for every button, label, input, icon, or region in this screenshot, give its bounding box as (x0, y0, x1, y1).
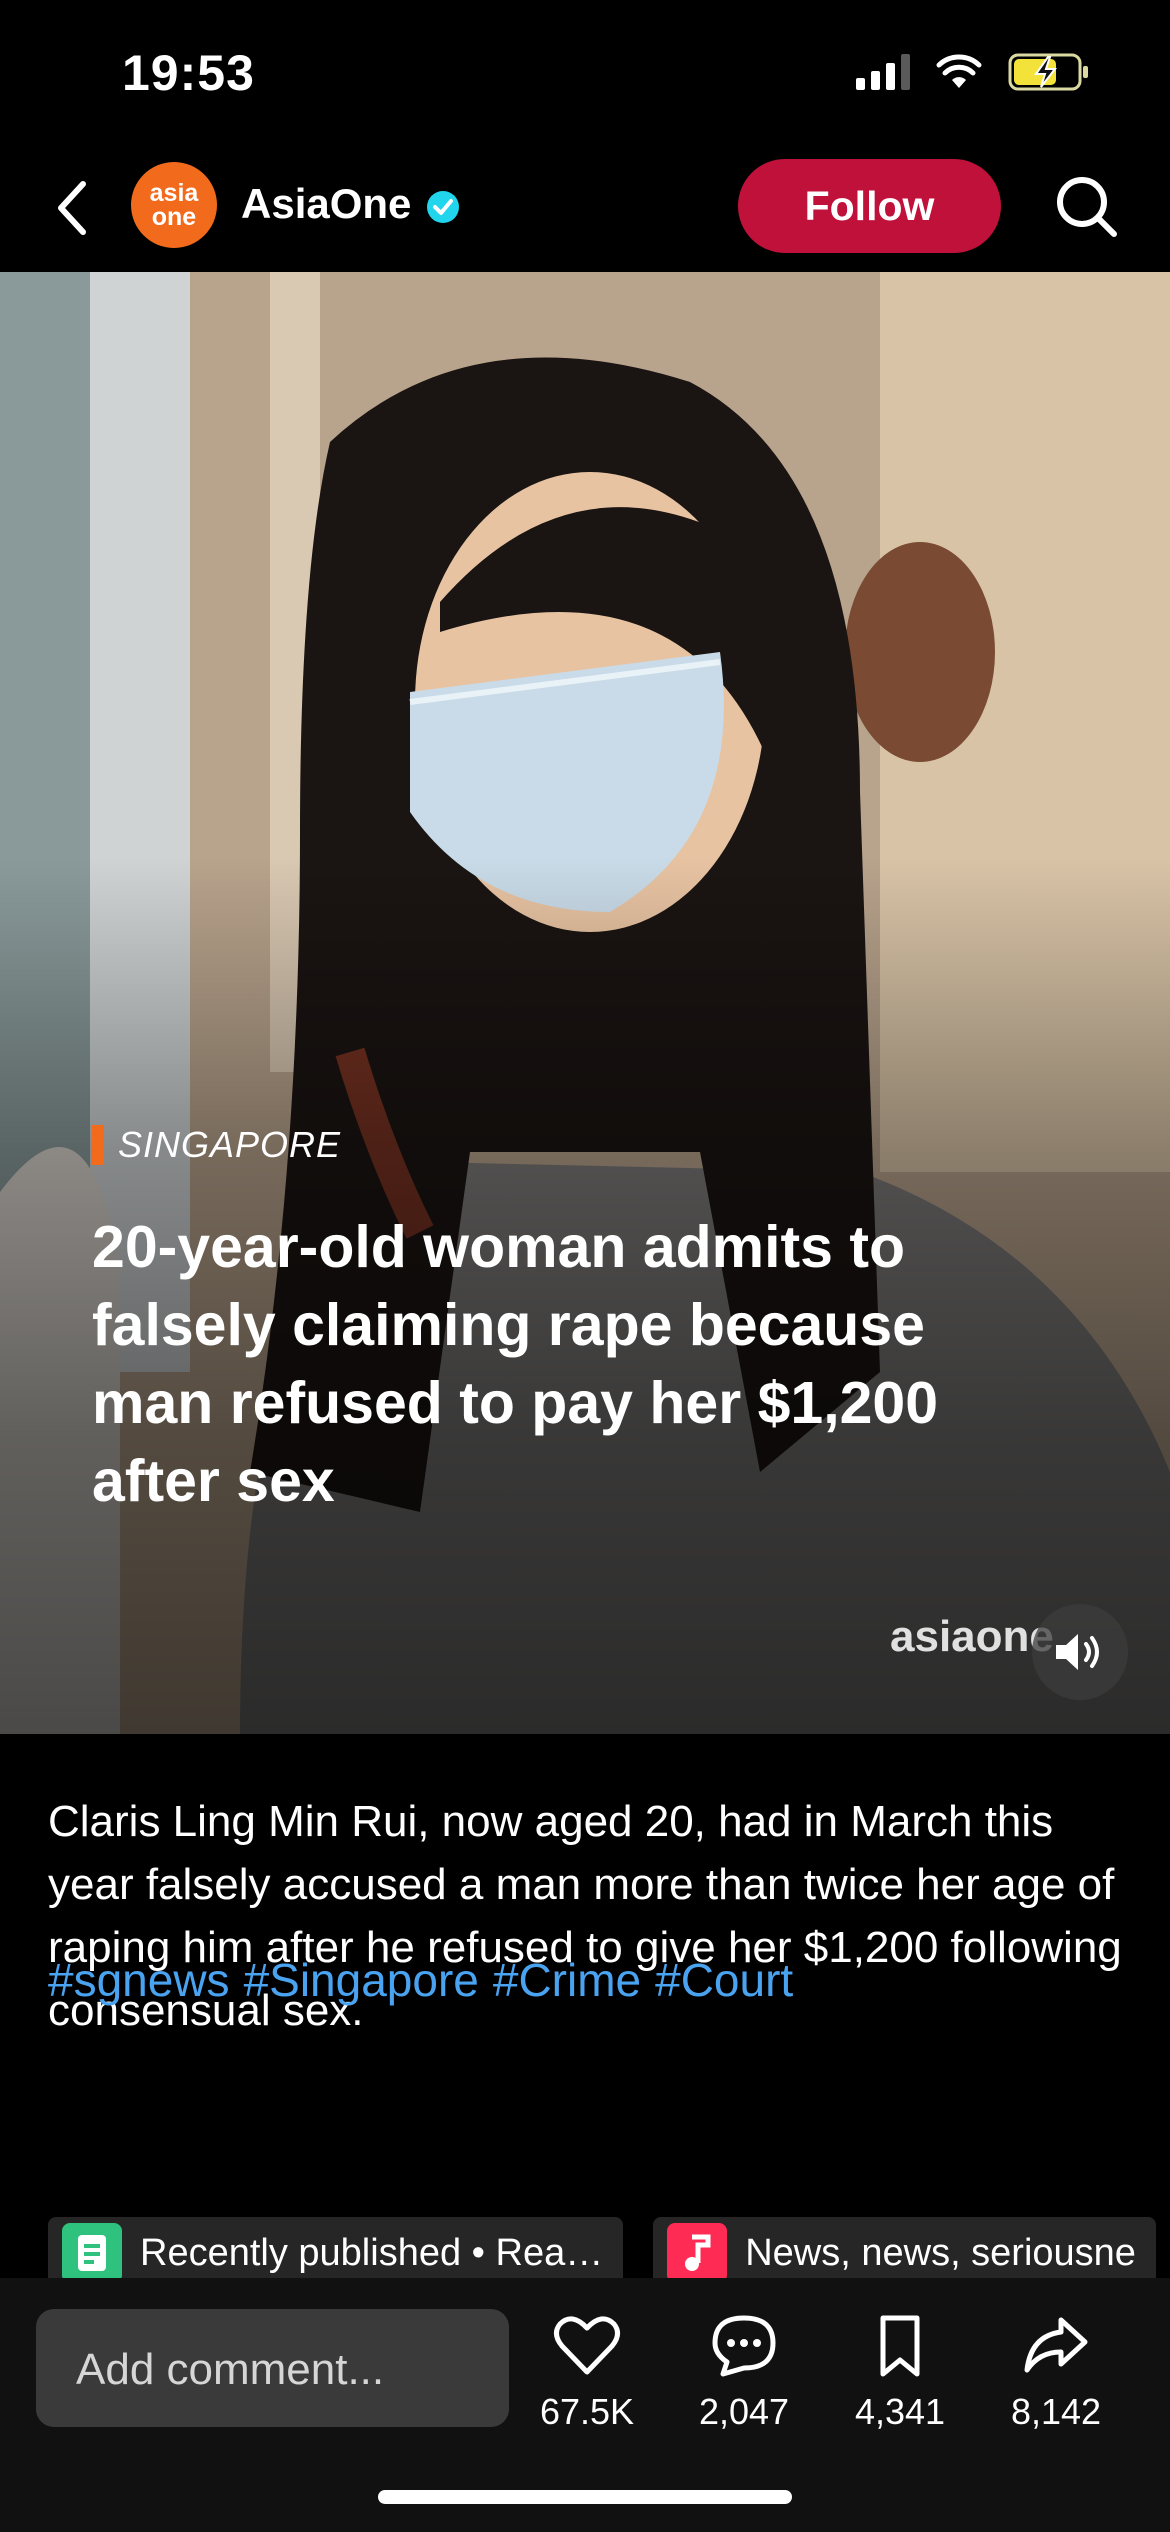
hashtag-list: #sgnews #Singapore #Crime #Court (48, 1953, 793, 2007)
status-icons (856, 52, 1090, 92)
comment-placeholder: Add comment... (76, 2345, 385, 2394)
verified-badge-icon (427, 191, 459, 223)
volume-button[interactable] (1032, 1604, 1128, 1700)
comment-button[interactable]: 2,047 (674, 2312, 814, 2433)
channel-header: asia one AsiaOne Follow (0, 150, 1170, 272)
wifi-icon (936, 54, 982, 88)
hashtag-link[interactable]: #Singapore (244, 1953, 479, 2007)
save-count: 4,341 (854, 2391, 946, 2432)
video-post-screen: 19:53 asia one AsiaOne Follow SINGAPORE … (0, 0, 1170, 2532)
cellular-signal-icon (856, 54, 910, 90)
video-player[interactable]: SINGAPORE 20-year-old woman admits to fa… (0, 272, 1170, 1734)
hashtag-link[interactable]: #Court (655, 1953, 793, 2007)
like-button[interactable]: 67.5K (517, 2312, 657, 2433)
chip-label: News, news, seriousne (745, 2231, 1136, 2274)
follow-button[interactable]: Follow (738, 159, 1001, 253)
hashtag-link[interactable]: #Crime (493, 1953, 641, 2007)
comment-bubble-icon (712, 2315, 776, 2377)
channel-avatar[interactable]: asia one (131, 162, 217, 248)
like-count: 67.5K (539, 2391, 635, 2432)
document-icon (62, 2223, 122, 2283)
category-accent-bar (92, 1125, 104, 1165)
save-button[interactable]: 4,341 (830, 2312, 970, 2433)
share-arrow-icon (1024, 2317, 1088, 2373)
search-icon (1057, 177, 1117, 237)
category-text: SINGAPORE (118, 1124, 342, 1165)
video-watermark: asiaone (890, 1612, 1054, 1661)
avatar-logo-text-top: asia (149, 179, 199, 207)
back-button[interactable] (42, 172, 102, 244)
comment-input[interactable]: Add comment... (36, 2309, 509, 2427)
channel-name[interactable]: AsiaOne (241, 180, 411, 228)
speaker-icon (1056, 1634, 1099, 1670)
heart-icon (554, 2316, 620, 2375)
share-button[interactable]: 8,142 (986, 2312, 1126, 2433)
category-label: SINGAPORE (92, 1124, 341, 1166)
avatar-logo-text-bottom: one (151, 203, 197, 231)
status-time: 19:53 (122, 45, 255, 101)
chip-label: Recently published • Rea… (140, 2231, 604, 2274)
home-indicator (378, 2490, 792, 2504)
status-bar: 19:53 (0, 0, 1170, 150)
bookmark-icon (880, 2315, 920, 2377)
video-headline: 20-year-old woman admits to falsely clai… (92, 1214, 939, 1514)
share-count: 8,142 (1010, 2391, 1102, 2432)
search-button[interactable] (1050, 170, 1122, 242)
hashtag-link[interactable]: #sgnews (48, 1953, 230, 2007)
comment-count: 2,047 (698, 2391, 790, 2432)
chevron-left-icon (58, 181, 86, 235)
battery-charging-icon (1008, 53, 1088, 91)
music-note-icon (667, 2223, 728, 2283)
